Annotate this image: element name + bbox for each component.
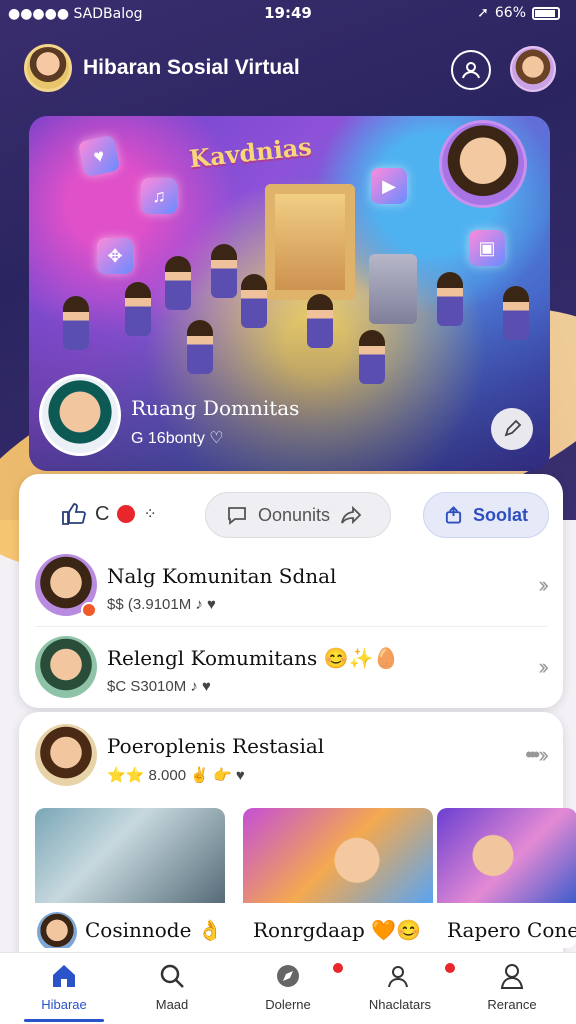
tile-image: [437, 808, 576, 903]
banner-figure: [241, 274, 267, 328]
list-item[interactable]: Relengl Komumitans 😊✨🥚 $C S3010M ♪ ♥ ››: [19, 632, 563, 712]
community-subtitle: G 16bonty ♡: [131, 430, 224, 447]
notification-badge: [443, 961, 457, 975]
battery-level: 66%: [494, 5, 526, 21]
share-button[interactable]: Soolat: [423, 492, 549, 538]
comment-icon: [228, 507, 246, 525]
app-title: Hibaran Sosial Virtual: [83, 56, 300, 79]
list-item[interactable]: Nalg Komunitan Sdnal $$ (3.9101M ♪ ♥ ››: [19, 550, 563, 630]
banner-figure: [437, 272, 463, 326]
community-avatar[interactable]: [39, 374, 121, 456]
more-chevron-icon[interactable]: ••• ››: [525, 742, 549, 768]
banner-title: Kavdnias: [187, 131, 313, 174]
tile-avatar: [37, 912, 77, 948]
share-box-icon: [445, 506, 462, 524]
banner-figure: [307, 294, 333, 348]
feature-card: Poeroplenis Restasial ⭐⭐ 8.000 ✌ 👉 ♥ •••…: [19, 712, 576, 972]
share-arrow-icon: [341, 505, 362, 525]
action-bar: C ⁘ Oonunits Soolat: [19, 492, 563, 540]
tile[interactable]: Cosinnode 👌: [35, 808, 225, 948]
like-label: C: [95, 502, 110, 525]
feature-row[interactable]: Poeroplenis Restasial ⭐⭐ 8.000 ✌ 👉 ♥ •••…: [19, 720, 563, 800]
chevron-right-icon: ››: [538, 654, 548, 679]
banner-figure: [125, 282, 151, 336]
tab-label: Rerance: [487, 997, 537, 1012]
profile-icon[interactable]: [451, 50, 491, 90]
location-icon: ➚: [477, 5, 489, 21]
user-avatar[interactable]: [24, 44, 72, 92]
list-item-title: Nalg Komunitan Sdnal: [107, 564, 337, 588]
pencil-icon: [504, 419, 522, 437]
share-label: Soolat: [472, 504, 528, 525]
compass-icon: [273, 961, 345, 991]
tile[interactable]: Rapero Cone: [437, 808, 576, 948]
edit-button[interactable]: [491, 408, 533, 450]
community-card: C ⁘ Oonunits Soolat Nalg Komunitan Sdnal…: [19, 474, 563, 708]
notification-badge: [331, 961, 345, 975]
tab-search[interactable]: Maad: [122, 961, 222, 1021]
more-dots-icon: ⁘: [143, 506, 157, 523]
app-header: Hibaran Sosial Virtual: [0, 40, 576, 96]
game-icon: ✥: [97, 238, 133, 274]
list-item-avatar: [35, 636, 97, 698]
status-badge: [81, 602, 97, 618]
heart-icon: ♥: [77, 134, 121, 178]
play-icon: ▶: [371, 168, 407, 204]
list-item-meta: $$ (3.9101M ♪ ♥: [107, 596, 216, 613]
image-icon: ▣: [469, 230, 505, 266]
search-icon: [157, 961, 187, 991]
banner-figure: [359, 330, 385, 384]
divider: [35, 626, 547, 627]
tile-caption: Rapero Cone: [447, 918, 576, 942]
list-item-title: Relengl Komumitans 😊✨🥚: [107, 646, 399, 670]
banner-figure: [503, 286, 529, 340]
banner-figure: [211, 244, 237, 298]
chevron-right-icon: ››: [538, 572, 548, 597]
banner-avatar-bubble: [439, 120, 527, 208]
banner-figure: [187, 320, 213, 374]
list-item-meta: $C S3010M ♪ ♥: [107, 678, 211, 695]
tab-label: Hibarae: [41, 997, 87, 1012]
tab-label: Nhaclatars: [368, 997, 432, 1012]
banner-figure: [165, 256, 191, 310]
community-name: Ruang Domnitas: [131, 396, 300, 420]
users-icon: [385, 961, 457, 991]
feature-title: Poeroplenis Restasial: [107, 734, 325, 758]
tile-caption: Cosinnode 👌: [85, 918, 223, 942]
profile-icon: [497, 961, 527, 991]
comments-label: Oonunits: [258, 504, 331, 525]
tile-image: [243, 808, 433, 903]
tab-label: Maad: [155, 997, 189, 1012]
like-button[interactable]: C ⁘: [61, 502, 157, 526]
active-tab-indicator: [24, 1019, 104, 1022]
banner-speaker: [369, 254, 417, 324]
tab-home[interactable]: Hibarae: [14, 961, 114, 1021]
tab-notifications[interactable]: Nhaclatars: [350, 961, 457, 1021]
music-note-icon: ♫: [141, 178, 177, 214]
featured-banner[interactable]: Kavdnias ♥ ♫ ✥ ▶ ▣ Ruang Domnitas G 16bo…: [29, 116, 550, 471]
comments-button[interactable]: Oonunits: [205, 492, 391, 538]
banner-figure: [63, 296, 89, 350]
tab-create[interactable]: Dolerne: [238, 961, 345, 1021]
feature-meta: ⭐⭐ 8.000 ✌ 👉 ♥: [107, 767, 245, 784]
tab-profile[interactable]: Rerance: [462, 961, 562, 1021]
bottom-tab-bar: Hibarae Maad Dolerne Nhaclatars Rerance: [0, 952, 576, 1024]
status-bar: ●●●●● SADBalog 19:49 ➚ 66%: [0, 0, 576, 30]
thumbs-up-icon: [62, 503, 86, 525]
feature-avatar: [35, 724, 97, 786]
account-avatar[interactable]: [510, 46, 556, 92]
tab-label: Dolerne: [265, 997, 311, 1012]
home-icon: [49, 961, 79, 991]
tile-caption: Ronrgdaap 🧡😊: [253, 918, 421, 942]
tile-image: [35, 808, 225, 903]
banner-stage: [265, 184, 355, 300]
tile-carousel: Cosinnode 👌 Ronrgdaap 🧡😊 Rapero Cone: [35, 808, 576, 958]
tile[interactable]: Ronrgdaap 🧡😊: [243, 808, 433, 948]
battery-icon: [532, 6, 560, 20]
record-dot-icon: [117, 505, 136, 523]
